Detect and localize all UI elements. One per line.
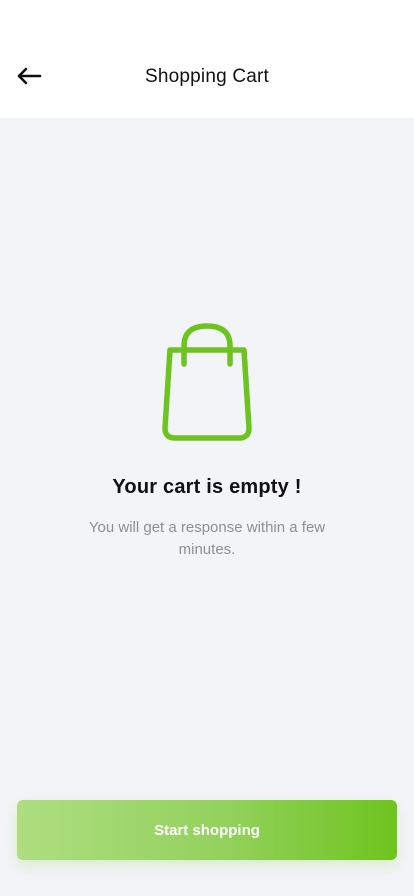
empty-cart-title: Your cart is empty ! (112, 476, 302, 498)
app-header: Shopping Cart (0, 0, 414, 118)
empty-cart-subtitle: You will get a response within a few min… (88, 519, 326, 558)
start-shopping-button[interactable]: Start shopping (17, 800, 397, 860)
empty-cart-state: Your cart is empty ! You will get a resp… (0, 320, 414, 561)
shopping-bag-icon (162, 323, 252, 441)
page-title: Shopping Cart (144, 66, 270, 87)
